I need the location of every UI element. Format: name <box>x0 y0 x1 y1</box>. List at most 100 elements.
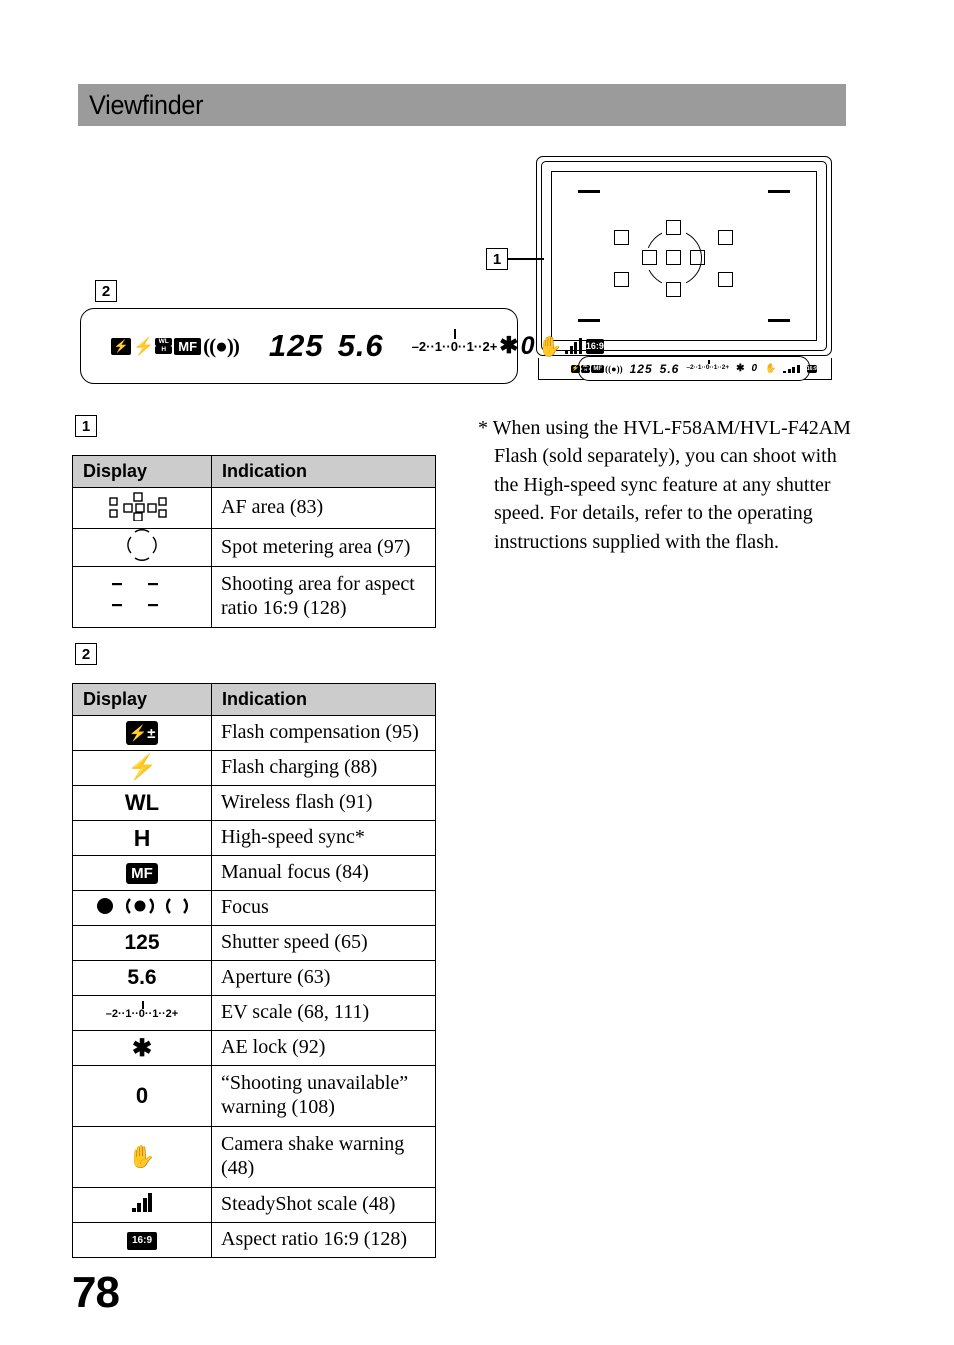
camera-shake-icon-cell: ✋ <box>72 1126 212 1188</box>
table-row: Shooting area for aspect ratio 16:9 (128… <box>72 566 436 628</box>
table-2-indication-8: EV scale (68, 111) <box>211 995 436 1031</box>
table-2-indication-11: Camera shake warning (48) <box>211 1126 436 1188</box>
table-2-indication-1: Flash charging (88) <box>211 750 436 786</box>
spot-metering-icon <box>127 529 157 561</box>
table-row: 125 Shutter speed (65) <box>72 925 436 961</box>
wireless-flash-icon: WL <box>124 790 160 815</box>
af-point-right <box>690 250 705 265</box>
table-row: WL Wireless flash (91) <box>72 785 436 821</box>
table-1-header-display: Display <box>72 455 212 488</box>
table-row: Focus <box>72 890 436 926</box>
ae-lock-icon-cell: ✱ <box>72 1030 212 1066</box>
aspect-ratio-icon: 16:9 <box>127 1231 157 1250</box>
mini-lcd-shooting-unavailable: 0 <box>751 363 759 374</box>
aperture-value-cell: 5.6 <box>72 960 212 996</box>
viewfinder-mid-frame <box>541 161 827 351</box>
page-header-bar: Viewfinder <box>78 84 846 126</box>
lcd-aspect-ratio-icon: 16:9 <box>585 338 604 354</box>
ev-scale-icon-cell: –2··1··0··1··2+ <box>72 995 212 1031</box>
af-point-lower-right <box>718 272 733 287</box>
high-speed-sync-icon: H <box>133 824 151 851</box>
shutter-speed-value-cell: 125 <box>72 925 212 961</box>
steadyshot-scale-icon-cell <box>72 1187 212 1223</box>
ae-lock-icon: ✱ <box>131 1035 153 1062</box>
af-point-upper-left <box>614 230 629 245</box>
table-row: H High-speed sync* <box>72 820 436 856</box>
viewfinder-outer-frame <box>536 156 832 356</box>
table-1-indication-0: AF area (83) <box>211 487 436 529</box>
focus-indicator-icon <box>97 897 189 914</box>
manual-focus-icon: MF <box>591 364 605 373</box>
page-number: 78 <box>72 1268 120 1317</box>
lcd-ae-lock-icon: ✱ <box>499 333 519 358</box>
table-2-indication-5: Focus <box>211 890 436 926</box>
af-point-left <box>642 250 657 265</box>
lcd-ev-scale: –2··1··0··1··2+ <box>412 328 497 353</box>
wireless-highspeed-icon: WL H <box>581 363 591 373</box>
mini-lcd-left-icons: ⚡ WL H MF ((●)) <box>571 363 623 374</box>
lcd-shutter-speed-value: 125 <box>268 328 324 363</box>
table-2-header-row: Display Indication <box>72 683 436 716</box>
table-2-header-indication: Indication <box>211 683 436 716</box>
table-1: Display Indication AF area (83) Spot met… <box>72 455 436 628</box>
table-2-indication-12: SteadyShot scale (48) <box>211 1187 436 1223</box>
aperture-value: 5.6 <box>127 966 157 989</box>
af-point-center <box>666 250 681 265</box>
shooting-unavailable-icon: 0 <box>135 1083 149 1108</box>
lcd-wireless-flash-icon: WL <box>155 338 173 346</box>
table-row: 5.6 Aperture (63) <box>72 960 436 996</box>
table-row: ✋ Camera shake warning (48) <box>72 1126 436 1188</box>
viewfinder-inner-frame <box>551 171 817 341</box>
af-point-bottom <box>666 282 681 297</box>
mini-lcd-aperture: 5.6 <box>659 361 680 376</box>
aspect-marks-icon-cell <box>72 566 212 628</box>
table-row: 16:9 Aspect ratio 16:9 (128) <box>72 1222 436 1258</box>
af-point-lower-left <box>614 272 629 287</box>
aspect-mark-bottom-right <box>768 318 790 322</box>
table-2-marker: 2 <box>75 643 97 665</box>
mini-lcd-ae-lock-icon: ✱ <box>736 363 745 374</box>
table-1-indication-1: Spot metering area (97) <box>211 528 436 567</box>
steadyshot-scale-icon <box>131 1193 153 1212</box>
aspect-mark-top-right <box>768 190 790 194</box>
mini-lcd-camera-shake-icon: ✋ <box>765 363 777 373</box>
lcd-camera-shake-icon: ✋ <box>537 335 563 358</box>
table-2-indication-3: High-speed sync* <box>211 820 436 856</box>
table-row: ✱ AE lock (92) <box>72 1030 436 1066</box>
table-2-indication-4: Manual focus (84) <box>211 855 436 891</box>
table-2-indication-0: Flash compensation (95) <box>211 715 436 751</box>
aspect-marks-icon <box>112 582 158 606</box>
aspect-mark-bottom-left <box>578 318 600 322</box>
flash-compensation-icon-cell: ⚡± <box>72 715 212 751</box>
table-2-indication-7: Aperture (63) <box>211 960 436 996</box>
spot-metering-icon-cell <box>72 528 212 567</box>
table-2-indication-13: Aspect ratio 16:9 (128) <box>211 1222 436 1258</box>
table-2-indication-2: Wireless flash (91) <box>211 785 436 821</box>
table-row: MF Manual focus (84) <box>72 855 436 891</box>
aspect-ratio-icon-cell: 16:9 <box>72 1222 212 1258</box>
table-row: ⚡ Flash charging (88) <box>72 750 436 786</box>
table-1-marker: 1 <box>75 415 97 437</box>
footnote-text: * When using the HVL-F58AM/HVL-F42AM Fla… <box>478 417 851 553</box>
af-point-upper-right <box>718 230 733 245</box>
table-2-indication-10: “Shooting unavailable” warning (108) <box>211 1065 436 1127</box>
lcd-flash-compensation-icon: ⚡ <box>111 337 131 355</box>
page-title: Viewfinder <box>89 89 204 120</box>
camera-shake-icon: ✋ <box>128 1144 156 1169</box>
high-speed-sync-icon-cell: H <box>72 820 212 856</box>
manual-focus-icon: MF <box>126 862 158 884</box>
lcd-left-icon-group: ⚡ ⚡ WL H MF ((●)) <box>111 333 240 359</box>
flash-charging-icon: ⚡ <box>127 755 157 781</box>
mini-lcd-shutter-speed: 125 <box>629 361 653 376</box>
table-row: SteadyShot scale (48) <box>72 1187 436 1223</box>
mini-lcd-ev-scale: –2··1··0··1··2+ <box>686 360 729 372</box>
aspect-mark-top-left <box>578 190 600 194</box>
shutter-speed-value: 125 <box>124 931 160 954</box>
lcd-shooting-unavailable-icon: 0 <box>520 331 536 360</box>
lcd-aperture-value: 5.6 <box>337 328 384 363</box>
table-2-header-display: Display <box>72 683 212 716</box>
lcd-focus-indicator-icon: ((●)) <box>203 333 240 358</box>
table-2-indication-9: AE lock (92) <box>211 1030 436 1066</box>
table-row: ⚡± Flash compensation (95) <box>72 715 436 751</box>
table-1-header-indication: Indication <box>211 455 436 488</box>
